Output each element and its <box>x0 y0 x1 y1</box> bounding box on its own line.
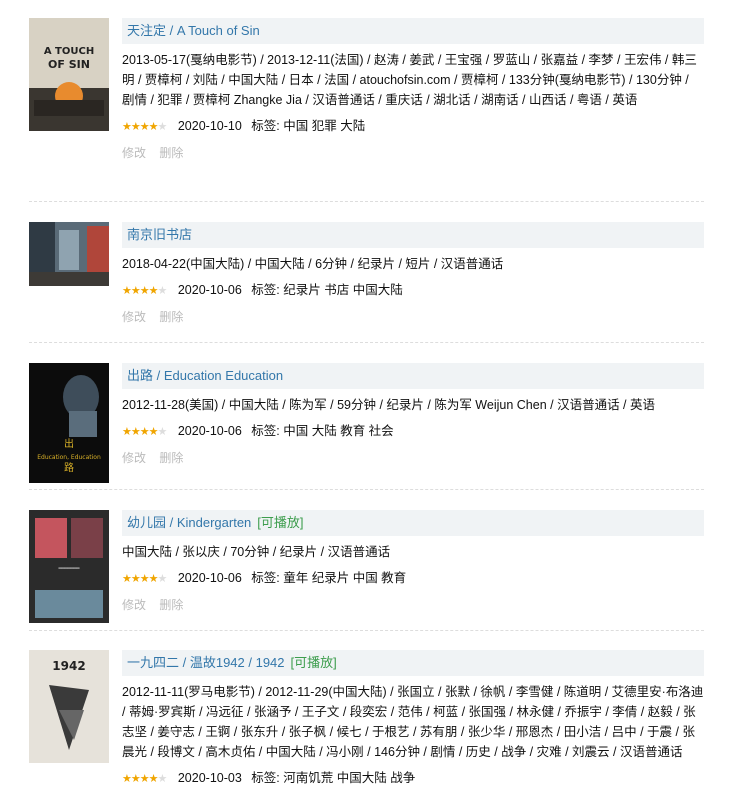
tags: 标签: 河南饥荒 中国大陆 战争 <box>251 771 416 785</box>
title-link[interactable]: 出路 / Education Education <box>127 368 283 383</box>
star-icon: ★ <box>148 573 159 586</box>
star-icon: ★ <box>157 285 168 298</box>
svg-text:A TOUCH: A TOUCH <box>44 46 94 57</box>
intro-text: 2012-11-28(美国) / 中国大陆 / 陈为军 / 59分钟 / 纪录片… <box>122 398 655 412</box>
star-icon: ★ <box>139 773 150 786</box>
star-icon: ★ <box>130 121 141 134</box>
star-icon: ★ <box>130 285 141 298</box>
star-icon: ★ <box>130 773 141 786</box>
star-icon: ★ <box>157 121 168 134</box>
star-icon: ★ <box>139 285 150 298</box>
divider <box>29 342 704 343</box>
title-link[interactable]: 一九四二 / 温故1942 / 1942 <box>127 655 285 670</box>
divider <box>29 630 704 631</box>
star-icon: ★ <box>157 773 168 786</box>
title-link[interactable]: 天注定 / A Touch of Sin <box>127 23 260 38</box>
edit-link[interactable]: 修改 <box>122 310 146 324</box>
rating-stars: ★★★★★ <box>122 421 168 442</box>
title-link[interactable]: 幼儿园 / Kindergarten <box>127 515 251 530</box>
poster-image[interactable] <box>29 222 109 286</box>
delete-link[interactable]: 删除 <box>159 146 183 160</box>
tags: 标签: 中国 犯罪 大陆 <box>251 119 366 133</box>
meta-row: ★★★★★ 2020-10-06 标签: 童年 纪录片 中国 教育 <box>122 568 704 588</box>
edit-link[interactable]: 修改 <box>122 451 146 465</box>
playable-badge[interactable]: [可播放] <box>257 515 303 530</box>
star-icon: ★ <box>139 426 150 439</box>
svg-text:Education, Education: Education, Education <box>37 454 101 461</box>
star-icon: ★ <box>148 773 159 786</box>
playable-badge[interactable]: [可播放] <box>291 655 337 670</box>
date: 2020-10-06 <box>177 571 242 585</box>
date: 2020-10-03 <box>177 771 242 785</box>
star-icon: ★ <box>130 573 141 586</box>
actions: 修改 删除 <box>122 144 704 161</box>
star-icon: ★ <box>122 285 132 298</box>
delete-link[interactable]: 删除 <box>159 310 183 324</box>
title-bar: 天注定 / A Touch of Sin <box>122 18 704 44</box>
title-link[interactable]: 南京旧书店 <box>127 227 192 242</box>
rating-stars: ★★★★★ <box>122 280 168 301</box>
date: 2020-10-10 <box>177 119 242 133</box>
meta-row: ★★★★★ 2020-10-06 标签: 纪录片 书店 中国大陆 <box>122 280 704 300</box>
title-bar: 一九四二 / 温故1942 / 1942 [可播放] <box>122 650 704 676</box>
rating-stars: ★★★★★ <box>122 116 168 137</box>
star-icon: ★ <box>130 426 141 439</box>
divider <box>29 489 704 490</box>
star-icon: ★ <box>157 573 168 586</box>
tags: 标签: 中国 大陆 教育 社会 <box>251 424 394 438</box>
star-icon: ★ <box>148 121 159 134</box>
svg-text:出: 出 <box>64 437 74 450</box>
star-icon: ★ <box>139 573 150 586</box>
actions: 修改 删除 <box>122 308 704 325</box>
title-bar: 幼儿园 / Kindergarten [可播放] <box>122 510 704 536</box>
date: 2020-10-06 <box>177 283 242 297</box>
intro-text: 2018-04-22(中国大陆) / 中国大陆 / 6分钟 / 纪录片 / 短片… <box>122 257 504 271</box>
actions: 修改 删除 <box>122 449 704 466</box>
tags: 标签: 纪录片 书店 中国大陆 <box>251 283 403 297</box>
edit-link[interactable]: 修改 <box>122 598 146 612</box>
meta-row: ★★★★★ 2020-10-03 标签: 河南饥荒 中国大陆 战争 <box>122 768 704 788</box>
intro-text: 2013-05-17(戛纳电影节) / 2013-12-11(法国) / 赵涛 … <box>122 53 697 107</box>
svg-text:路: 路 <box>64 461 74 474</box>
svg-text:1942: 1942 <box>52 659 85 673</box>
meta-row: ★★★★★ 2020-10-10 标签: 中国 犯罪 大陆 <box>122 116 704 136</box>
poster-image[interactable]: ═══════ <box>29 510 109 623</box>
divider <box>29 201 704 202</box>
date: 2020-10-06 <box>177 424 242 438</box>
poster-image[interactable]: 1942 <box>29 650 109 763</box>
star-icon: ★ <box>139 121 150 134</box>
svg-text:═══════: ═══════ <box>57 566 80 572</box>
svg-text:OF SIN: OF SIN <box>48 58 90 71</box>
poster-image[interactable]: A TOUCH OF SIN <box>29 18 109 131</box>
star-icon: ★ <box>122 426 132 439</box>
star-icon: ★ <box>122 121 132 134</box>
star-icon: ★ <box>122 773 132 786</box>
edit-link[interactable]: 修改 <box>122 146 146 160</box>
actions: 修改 删除 <box>122 596 704 613</box>
intro-text: 中国大陆 / 张以庆 / 70分钟 / 纪录片 / 汉语普通话 <box>122 545 391 559</box>
star-icon: ★ <box>122 573 132 586</box>
rating-stars: ★★★★★ <box>122 768 168 789</box>
title-bar: 南京旧书店 <box>122 222 704 248</box>
star-icon: ★ <box>148 285 159 298</box>
rating-stars: ★★★★★ <box>122 568 168 589</box>
meta-row: ★★★★★ 2020-10-06 标签: 中国 大陆 教育 社会 <box>122 421 704 441</box>
intro-text: 2012-11-11(罗马电影节) / 2012-11-29(中国大陆) / 张… <box>122 685 704 759</box>
delete-link[interactable]: 删除 <box>159 598 183 612</box>
tags: 标签: 童年 纪录片 中国 教育 <box>251 571 407 585</box>
poster-image[interactable]: 出 Education, Education 路 <box>29 363 109 483</box>
title-bar: 出路 / Education Education <box>122 363 704 389</box>
delete-link[interactable]: 删除 <box>159 451 183 465</box>
star-icon: ★ <box>148 426 159 439</box>
star-icon: ★ <box>157 426 168 439</box>
